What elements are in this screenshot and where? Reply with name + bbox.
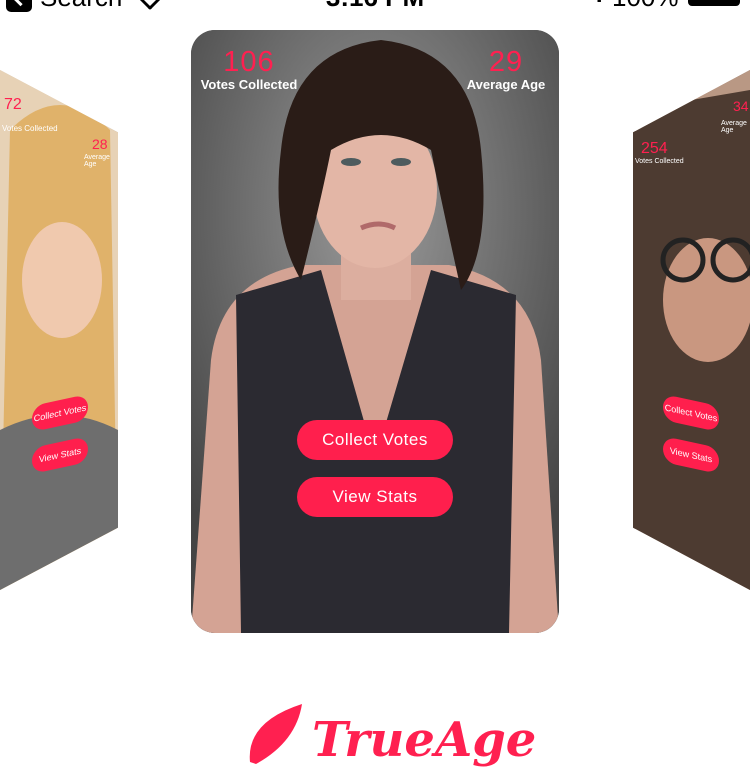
main-profile-photo bbox=[191, 30, 559, 633]
votes-collected-stat: 106 Votes Collected bbox=[197, 46, 301, 92]
right-age-value: 34 bbox=[733, 98, 749, 114]
right-age-label: Average Age bbox=[721, 120, 747, 134]
left-votes-label: Votes Collected bbox=[2, 124, 58, 133]
votes-collected-count: 106 bbox=[223, 46, 275, 78]
left-age-label: Average Age bbox=[84, 154, 110, 168]
status-bar: Search 3:16 PM ✱ 100% bbox=[0, 0, 750, 14]
battery-icon bbox=[688, 0, 740, 6]
left-votes-count: 72 bbox=[4, 96, 22, 113]
left-age-value: 28 bbox=[92, 136, 108, 152]
collect-votes-button[interactable]: Collect Votes bbox=[297, 420, 453, 460]
average-age-stat: 29 Average Age bbox=[461, 46, 551, 92]
logo-wordmark: TrueAge bbox=[312, 712, 537, 768]
leaf-logo-icon bbox=[249, 704, 302, 764]
right-votes-label: Votes Collected bbox=[635, 158, 684, 165]
right-votes-count: 254 bbox=[641, 140, 668, 157]
bluetooth-icon: ✱ bbox=[590, 0, 608, 8]
average-age-value: 29 bbox=[488, 46, 524, 78]
battery-percent: 100% bbox=[612, 0, 679, 13]
main-profile-card[interactable]: 106 Votes Collected 29 Average Age Colle… bbox=[191, 30, 559, 633]
view-stats-button[interactable]: View Stats bbox=[297, 477, 453, 517]
right-profile-card[interactable]: 254 Votes Collected 34 Average Age Colle… bbox=[633, 70, 750, 590]
average-age-label: Average Age bbox=[466, 77, 546, 92]
left-profile-card[interactable]: 72 Votes Collected 28 Average Age Collec… bbox=[0, 70, 118, 590]
votes-collected-label: Votes Collected bbox=[200, 77, 298, 92]
